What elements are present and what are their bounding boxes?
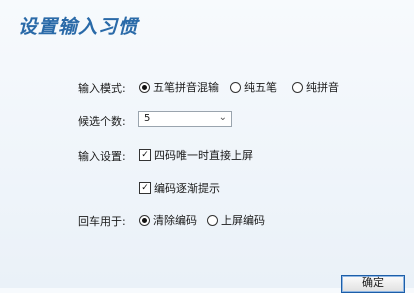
page-title: 设置输入习惯 bbox=[18, 16, 139, 38]
radio-icon bbox=[230, 81, 241, 93]
radio-label: 纯五笔 bbox=[244, 81, 277, 94]
radio-icon bbox=[207, 214, 218, 226]
checkmark-icon: ✓ bbox=[139, 182, 151, 194]
radio-wubi-only[interactable]: 纯五笔 bbox=[230, 79, 277, 95]
chevron-down-icon: ⌄ bbox=[218, 112, 227, 123]
checkbox-label: 四码唯一时直接上屏 bbox=[154, 149, 253, 162]
input-mode-label: 输入模式: bbox=[78, 82, 126, 95]
radio-commit-code[interactable]: 上屏编码 bbox=[207, 212, 265, 228]
candidates-value: 5 bbox=[144, 113, 151, 124]
checkbox-code-hint[interactable]: ✓ 编码逐渐提示 bbox=[139, 180, 220, 196]
radio-clear-code[interactable]: 清除编码 bbox=[139, 212, 197, 228]
radio-icon bbox=[292, 81, 303, 93]
enter-key-label: 回车用于: bbox=[78, 215, 126, 228]
radio-selected-icon bbox=[139, 81, 150, 93]
ok-button[interactable]: 确定 bbox=[341, 275, 405, 293]
radio-label: 上屏编码 bbox=[221, 214, 265, 227]
input-settings-label: 输入设置: bbox=[78, 150, 126, 163]
radio-pinyin-only[interactable]: 纯拼音 bbox=[292, 79, 339, 95]
radio-label: 五笔拼音混输 bbox=[153, 81, 219, 94]
candidates-label: 候选个数: bbox=[78, 115, 126, 128]
checkmark-icon: ✓ bbox=[139, 149, 151, 161]
checkbox-four-code-commit[interactable]: ✓ 四码唯一时直接上屏 bbox=[139, 147, 253, 163]
checkbox-label: 编码逐渐提示 bbox=[154, 182, 220, 195]
radio-wubi-pinyin[interactable]: 五笔拼音混输 bbox=[139, 79, 219, 95]
candidates-select[interactable]: 5 ⌄ bbox=[138, 111, 232, 127]
radio-label: 清除编码 bbox=[153, 214, 197, 227]
radio-label: 纯拼音 bbox=[306, 81, 339, 94]
radio-selected-icon bbox=[139, 214, 150, 226]
